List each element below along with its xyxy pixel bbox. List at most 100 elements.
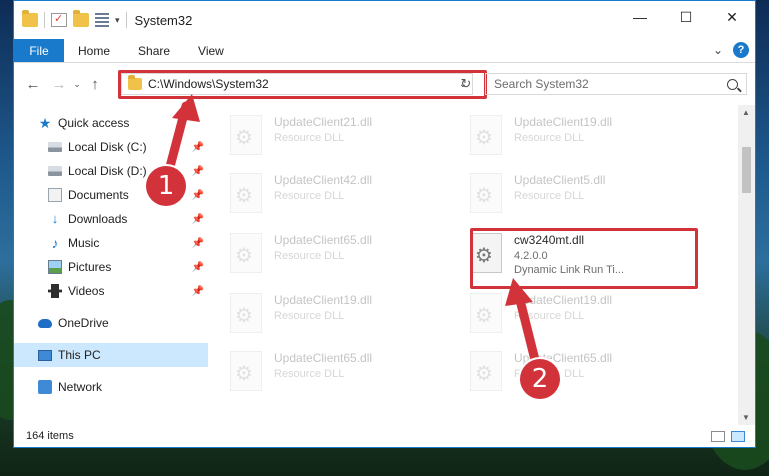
pin-icon[interactable]: 📌 (192, 238, 204, 249)
file-explorer-window: ▾ System32 — ☐ ✕ File Home Share View ⌄ … (13, 0, 756, 448)
expand-ribbon-icon[interactable]: ⌄ (713, 43, 723, 57)
tab-share[interactable]: Share (124, 39, 184, 62)
address-highlight-box (118, 70, 487, 99)
file-item[interactable]: UpdateClient19.dll Resource DLL (470, 113, 696, 165)
sidebar-item-pictures[interactable]: Pictures 📌 (14, 255, 208, 279)
tab-file[interactable]: File (14, 39, 64, 62)
sidebar-item-label: Quick access (58, 116, 130, 130)
star-icon: ★ (38, 115, 52, 131)
pin-icon[interactable]: 📌 (192, 142, 204, 153)
pictures-icon (48, 260, 62, 274)
step-2-badge: 2 (520, 359, 560, 399)
file-name: UpdateClient19.dll (514, 115, 613, 129)
onedrive-icon (38, 318, 52, 328)
folder-icon (22, 10, 38, 27)
disk-icon (48, 166, 62, 176)
dll-file-icon (470, 173, 502, 213)
file-item[interactable]: UpdateClient42.dll Resource DLL (230, 171, 456, 223)
up-button[interactable]: ↑ (84, 76, 106, 93)
disk-icon (48, 142, 62, 152)
pin-icon[interactable]: 📌 (192, 190, 204, 201)
file-name: UpdateClient19.dll (514, 293, 613, 307)
file-name: UpdateClient5.dll (514, 173, 606, 187)
search-icon[interactable] (727, 78, 738, 90)
file-name: UpdateClient42.dll (274, 173, 373, 187)
file-list: UpdateClient21.dll Resource DLL UpdateCli… (208, 105, 755, 425)
new-folder-icon[interactable] (73, 10, 89, 27)
navigation-bar: ← → ⌄ ↑ C:\Windows\System32 ⌄ ↻ Search S… (14, 63, 755, 105)
recent-locations-dropdown[interactable]: ⌄ (70, 79, 84, 90)
file-item[interactable]: UpdateClient19.dll Resource DLL (230, 291, 456, 343)
details-view-icon[interactable] (711, 431, 725, 442)
vertical-scrollbar[interactable]: ▲ ▼ (738, 105, 755, 425)
file-name: UpdateClient21.dll (274, 115, 373, 129)
pin-icon[interactable]: 📌 (192, 166, 204, 177)
sidebar-item-music[interactable]: ♪ Music 📌 (14, 231, 208, 255)
tiles-view-icon[interactable] (731, 431, 745, 442)
sidebar-item-onedrive[interactable]: OneDrive (14, 311, 208, 335)
dll-file-icon (230, 115, 262, 155)
dll-file-icon (230, 351, 262, 391)
file-item[interactable]: UpdateClient5.dll Resource DLL (470, 171, 696, 223)
sidebar-item-label: Pictures (68, 260, 112, 274)
search-input[interactable]: Search System32 (485, 73, 747, 95)
file-item[interactable]: UpdateClient65.dllResource DLL (230, 349, 456, 401)
main-area: ★ Quick access Local Disk (C:) 📌 Local D… (14, 105, 755, 425)
maximize-button[interactable]: ☐ (663, 1, 709, 33)
minimize-button[interactable]: — (617, 1, 663, 33)
dll-file-icon (470, 293, 502, 333)
window-controls: — ☐ ✕ (617, 1, 755, 33)
dll-file-icon (230, 173, 262, 213)
pin-icon[interactable]: 📌 (192, 286, 204, 297)
sidebar-item-label: Downloads (68, 212, 128, 226)
sidebar-item-network[interactable]: Network (14, 375, 208, 399)
sidebar-item-quick-access[interactable]: ★ Quick access (14, 111, 208, 135)
quick-access-toolbar: ▾ (22, 10, 127, 28)
properties-check-icon[interactable] (51, 12, 67, 27)
file-description: Resource DLL (274, 250, 345, 262)
this-pc-icon (38, 349, 52, 361)
view-toggle (711, 431, 745, 442)
help-icon[interactable]: ? (733, 42, 749, 58)
search-placeholder: Search System32 (494, 77, 589, 91)
file-description: Resource DLL (274, 190, 345, 202)
sidebar-item-label: OneDrive (58, 316, 109, 330)
back-button[interactable]: ← (22, 76, 44, 93)
scrollbar-thumb[interactable] (742, 147, 751, 193)
forward-button[interactable]: → (48, 76, 70, 93)
network-icon (38, 380, 52, 394)
sidebar-item-local-disk-c[interactable]: Local Disk (C:) 📌 (14, 135, 208, 159)
sidebar-item-this-pc[interactable]: This PC (14, 343, 208, 367)
customize-toolbar-icon[interactable] (95, 13, 109, 27)
chevron-down-icon[interactable]: ▾ (115, 15, 120, 26)
tab-home[interactable]: Home (64, 39, 124, 62)
pin-icon[interactable]: 📌 (192, 262, 204, 273)
file-item[interactable]: UpdateClient19.dll Resource DLL (470, 291, 696, 343)
tab-view[interactable]: View (184, 39, 238, 62)
navigation-pane: ★ Quick access Local Disk (C:) 📌 Local D… (14, 105, 208, 425)
file-name: UpdateClient19.dll (274, 293, 373, 307)
file-item[interactable]: UpdateClient21.dll Resource DLL (230, 113, 456, 165)
sidebar-item-label: This PC (58, 348, 101, 362)
sidebar-item-label: Network (58, 380, 103, 394)
sidebar-item-videos[interactable]: Videos 📌 (14, 279, 208, 303)
step-1-badge: 1 (146, 166, 186, 206)
sidebar-item-label: Local Disk (D:) (68, 164, 147, 178)
status-bar: 164 items (14, 425, 755, 447)
documents-icon (48, 188, 62, 202)
file-description: Resource DLL (274, 132, 345, 144)
dll-file-icon (470, 351, 502, 391)
sidebar-item-label: Music (68, 236, 100, 250)
videos-icon (48, 284, 62, 298)
divider (125, 12, 127, 28)
ribbon-tabs: File Home Share View ⌄ ? (14, 39, 755, 63)
file-description: Resource DLL (514, 132, 585, 144)
scroll-down-icon[interactable]: ▼ (742, 413, 750, 422)
file-item[interactable]: UpdateClient65.dllResource DLL (470, 349, 696, 401)
music-icon: ♪ (51, 235, 59, 251)
sidebar-item-downloads[interactable]: ↓ Downloads 📌 (14, 207, 208, 231)
file-item[interactable]: UpdateClient65.dllResource DLL (230, 231, 456, 283)
pin-icon[interactable]: 📌 (192, 214, 204, 225)
close-button[interactable]: ✕ (709, 1, 755, 33)
scroll-up-icon[interactable]: ▲ (742, 108, 750, 117)
